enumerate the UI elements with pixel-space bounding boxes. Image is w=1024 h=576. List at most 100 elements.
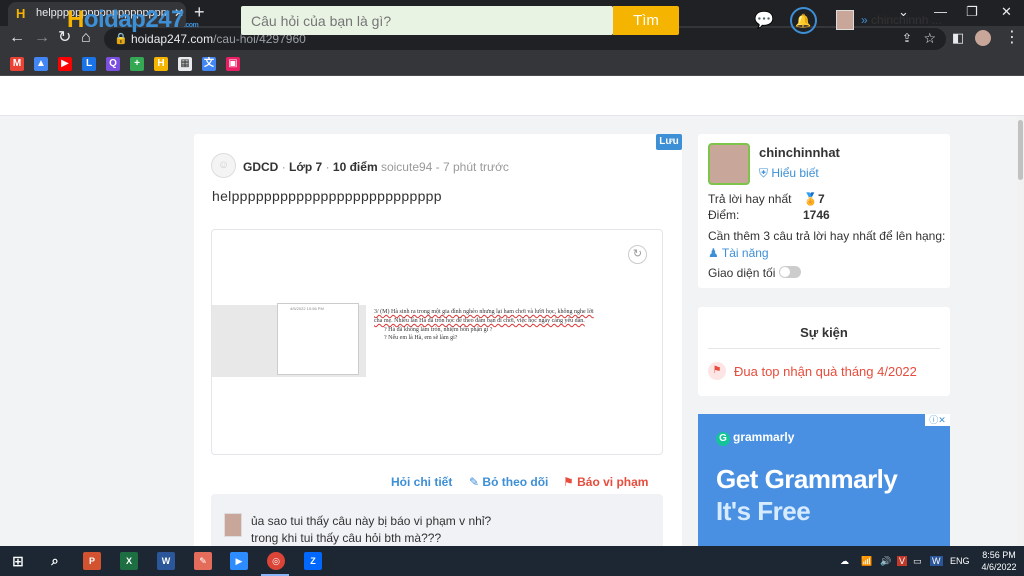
site-logo[interactable]: Hoidap247.com <box>67 6 199 34</box>
chat-icon[interactable]: 💬 <box>754 10 774 30</box>
commenter-avatar[interactable] <box>224 513 242 537</box>
next-rank: ♟ Tài năng <box>708 246 769 260</box>
dark-mode-label: Giao diện tối <box>708 266 776 280</box>
profile-name[interactable]: chinchinnhat <box>759 145 840 160</box>
shield-icon: ⛨ <box>759 166 769 180</box>
detail-button[interactable]: Hỏi chi tiết <box>391 475 452 489</box>
ad-headline-1: Get Grammarly <box>716 464 898 494</box>
event-link[interactable]: Đua top nhận quà tháng 4/2022 <box>734 364 917 379</box>
tray-v-icon[interactable]: V <box>897 556 908 566</box>
menu-dots-icon[interactable]: ⋮ <box>1004 29 1020 47</box>
points-value: 1746 <box>803 208 830 222</box>
grade-link[interactable]: Lớp 7 <box>289 160 322 174</box>
pin-icon: ✎ <box>469 475 480 489</box>
share-icon[interactable]: ⇪ <box>902 31 912 45</box>
question-meta: GDCD · Lớp 7 · 10 điểm soicute94 - 7 phú… <box>243 160 509 174</box>
language-indicator[interactable]: ENG <box>950 556 970 566</box>
zalo-icon[interactable]: Z <box>304 552 322 570</box>
image-text-line: cha mẹ. Nhiều lần Hà đã trốn học để theo… <box>374 318 585 324</box>
forward-icon[interactable]: → <box>34 29 50 47</box>
word-icon[interactable]: W <box>157 552 175 570</box>
image-page-thumbnail: 4/5/2022 10:56 PM <box>277 303 359 375</box>
header-avatar[interactable] <box>836 10 854 30</box>
site-favicon-icon: H <box>16 6 26 21</box>
excel-icon[interactable]: X <box>120 552 138 570</box>
bookmark-star-icon[interactable]: ☆ <box>923 30 936 47</box>
points-label: Điểm: <box>708 208 740 222</box>
search-input[interactable] <box>241 6 613 35</box>
rank-label: Hiểu biết <box>771 166 819 180</box>
header-username[interactable]: » chinchinnh ... <box>861 13 942 27</box>
flag-icon: ⚑ <box>708 362 726 380</box>
sidebar-icon[interactable]: ◧ <box>952 29 964 47</box>
close-window-icon[interactable]: ✕ <box>1001 4 1012 20</box>
taskbar-clock[interactable]: 8:56 PM 4/6/2022 <box>978 549 1020 573</box>
comment-line-2: trong khi tui thấy câu hỏi bth mà??? <box>251 531 442 545</box>
search-icon[interactable]: ⌕ <box>46 552 64 570</box>
profile-avatar-icon[interactable] <box>975 30 991 46</box>
next-rank-label: Tài năng <box>721 246 769 260</box>
chrome-icon[interactable]: ◎ <box>267 552 285 570</box>
tray-word-icon[interactable]: W <box>930 556 943 566</box>
windows-start-icon[interactable]: ⊞ <box>9 552 27 570</box>
ad-headline-2: It's Free <box>716 496 811 526</box>
grammarly-logo-icon: G <box>716 432 730 446</box>
image-text-line: ? Hà đã không làm tròn, nhiệm bổn phận g… <box>384 327 493 333</box>
volume-icon[interactable]: 🔊 <box>880 556 891 567</box>
next-level-text: Cần thêm 3 câu trả lời hay nhất để lên h… <box>708 229 946 243</box>
asker-avatar[interactable]: ☺ <box>211 153 236 178</box>
profile-rank: ⛨ Hiểu biết <box>759 166 819 181</box>
search-box <box>241 6 613 35</box>
unfollow-button[interactable]: ✎ Bỏ theo dõi <box>469 475 548 489</box>
chevron-down-icon[interactable]: » <box>861 13 868 27</box>
calendar-icon[interactable]: ▦ <box>178 57 192 71</box>
image-text-line: 3/ (M) Hà sinh ra trong một gia đình ngh… <box>374 309 594 315</box>
report-button[interactable]: ⚑ Báo vi phạm <box>563 475 648 489</box>
drive-icon[interactable]: ▲ <box>34 57 48 71</box>
subject-link[interactable]: GDCD <box>243 160 278 174</box>
zoom-icon[interactable]: ▶ <box>230 552 248 570</box>
hoidap-bookmark-icon[interactable]: H <box>154 57 168 71</box>
points-label: 10 điểm <box>332 160 378 174</box>
report-label: Báo vi phạm <box>577 475 649 489</box>
site-header <box>0 76 1024 116</box>
search-button[interactable]: Tìm <box>613 6 679 35</box>
ad-close-icon[interactable]: ⓘ✕ <box>925 414 950 426</box>
flag-icon: ⚑ <box>563 475 574 489</box>
wifi-icon[interactable]: 📶 <box>861 556 872 567</box>
restore-icon[interactable]: ❐ <box>966 4 978 20</box>
medal-icon: 🏅 <box>803 192 818 206</box>
bookmarks-bar: M ▲ ▶ L Q + H ▦ 文 ▣ <box>0 52 1024 76</box>
dark-mode-toggle[interactable] <box>779 266 801 278</box>
clock-time: 8:56 PM <box>982 550 1016 560</box>
bookmark-pink-icon[interactable]: ▣ <box>226 57 240 71</box>
rotate-icon[interactable]: ↻ <box>628 245 647 264</box>
scrollbar-thumb[interactable] <box>1018 120 1023 180</box>
bookmark-plus-icon[interactable]: + <box>130 57 144 71</box>
clock-date: 4/6/2022 <box>981 562 1017 572</box>
question-text: helpppppppppppppppppppppppppp <box>212 188 442 204</box>
events-card <box>698 307 950 396</box>
bookmark-l-icon[interactable]: L <box>82 57 96 71</box>
best-answers-value: 🏅7 <box>803 192 825 206</box>
events-title: Sự kiện <box>800 325 848 340</box>
paint-icon[interactable]: ✎ <box>194 552 212 570</box>
best-answers-label: Trả lời hay nhất <box>708 192 792 206</box>
back-icon[interactable]: ← <box>9 29 25 47</box>
battery-icon[interactable]: ▭ <box>913 556 922 567</box>
youtube-icon[interactable]: ▶ <box>58 57 72 71</box>
save-button[interactable]: Lưu <box>656 134 682 150</box>
powerpoint-icon[interactable]: P <box>83 552 101 570</box>
unfollow-label: Bỏ theo dõi <box>482 475 549 489</box>
gmail-icon[interactable]: M <box>10 57 24 71</box>
profile-avatar[interactable] <box>708 143 750 185</box>
tray-app-icon[interactable]: ☁ <box>840 556 849 567</box>
bell-icon[interactable]: 🔔 <box>790 7 817 34</box>
user-icon: ♟ <box>708 246 719 260</box>
bookmark-q-icon[interactable]: Q <box>106 57 120 71</box>
events-divider <box>708 348 940 349</box>
author-time[interactable]: soicute94 - 7 phút trước <box>381 160 509 174</box>
page-scrollbar[interactable] <box>1017 116 1024 546</box>
translate-icon[interactable]: 文 <box>202 57 216 71</box>
comment-line-1: ủa sao tui thấy câu này bị báo vi phạm v… <box>251 514 492 528</box>
